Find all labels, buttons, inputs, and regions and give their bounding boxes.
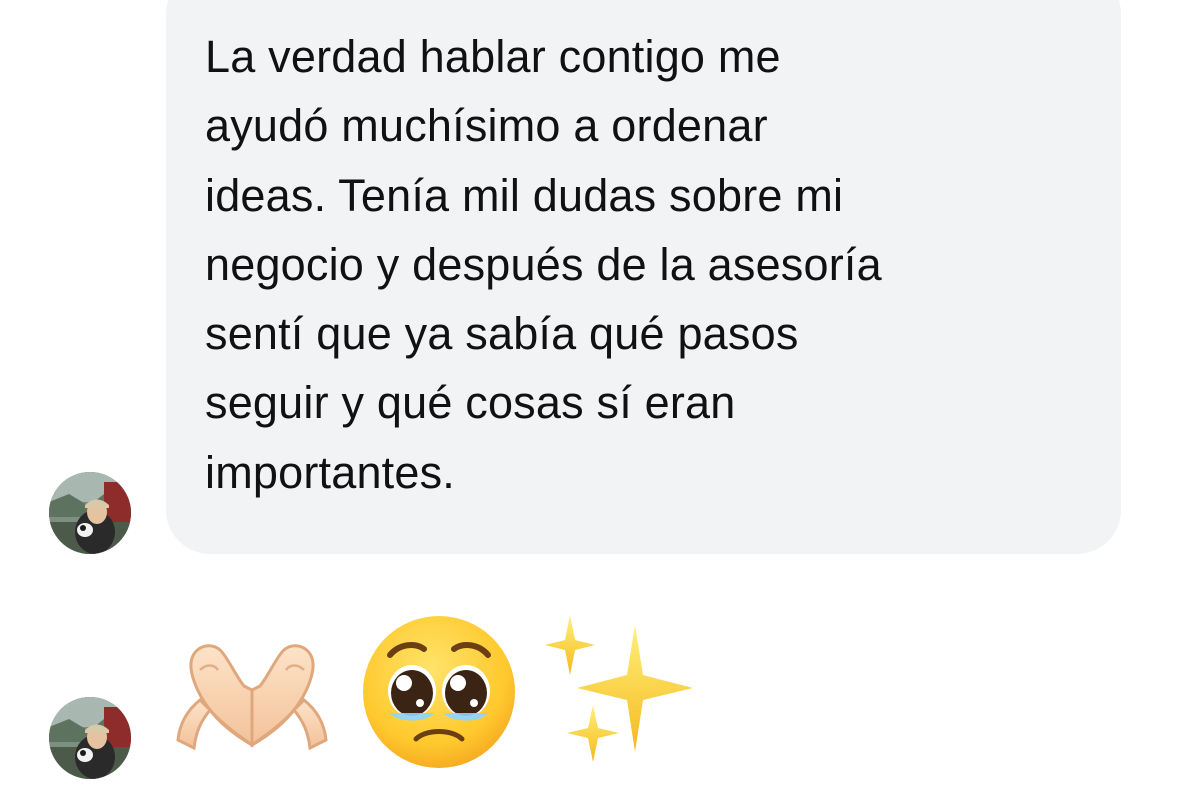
pleading-face-icon (363, 616, 515, 768)
sparkles-icon (545, 615, 693, 762)
avatar-photo (49, 697, 131, 779)
sender-avatar[interactable] (49, 472, 131, 554)
avatar-photo (49, 472, 131, 554)
chat-thread: La verdad hablar contigo me ayudó muchís… (0, 0, 1177, 794)
message-text: La verdad hablar contigo me ayudó muchís… (205, 31, 882, 498)
sender-avatar[interactable] (49, 697, 131, 779)
emoji-message[interactable] (170, 610, 710, 780)
heart-hands-icon (176, 644, 328, 751)
